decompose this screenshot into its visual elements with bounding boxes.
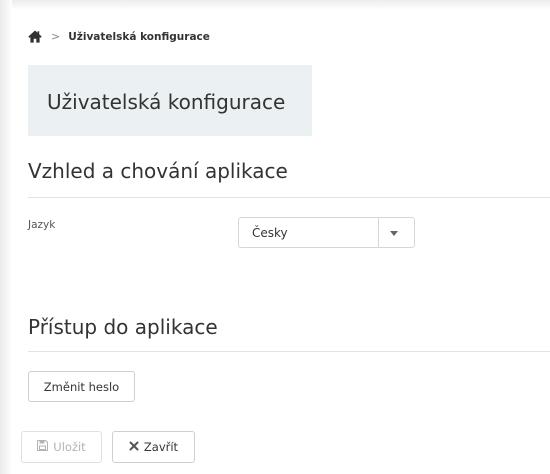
home-icon[interactable] xyxy=(28,30,42,43)
page-title: Uživatelská konfigurace xyxy=(47,90,286,114)
floppy-disk-icon xyxy=(37,440,49,454)
breadcrumb-separator: > xyxy=(51,30,61,43)
breadcrumb: > Uživatelská konfigurace xyxy=(28,30,210,43)
section-title-access: Přístup do aplikace xyxy=(28,315,218,339)
language-select-value: Česky xyxy=(252,226,288,240)
page-title-box: Uživatelská konfigurace xyxy=(28,65,312,136)
change-password-button[interactable]: Změnit heslo xyxy=(28,371,135,402)
close-button[interactable]: Zavřít xyxy=(112,431,195,463)
close-icon xyxy=(129,440,139,454)
language-label: Jazyk xyxy=(28,219,56,231)
page: > Uživatelská konfigurace Uživatelská ko… xyxy=(0,0,550,474)
section-divider xyxy=(28,197,550,198)
close-label: Zavřít xyxy=(143,440,179,454)
window-shadow-top xyxy=(0,0,550,10)
breadcrumb-current: Uživatelská konfigurace xyxy=(68,30,210,43)
section-title-appearance: Vzhled a chování aplikace xyxy=(28,159,288,183)
language-select[interactable]: Česky xyxy=(238,217,415,248)
window-shadow-left xyxy=(0,0,12,474)
save-label: Uložit xyxy=(53,440,86,454)
select-divider xyxy=(378,218,379,247)
chevron-down-icon[interactable] xyxy=(390,231,398,236)
content-panel: > Uživatelská konfigurace Uživatelská ko… xyxy=(12,10,550,474)
section-divider xyxy=(28,351,550,352)
save-button[interactable]: Uložit xyxy=(21,431,102,463)
change-password-label: Změnit heslo xyxy=(43,379,120,394)
